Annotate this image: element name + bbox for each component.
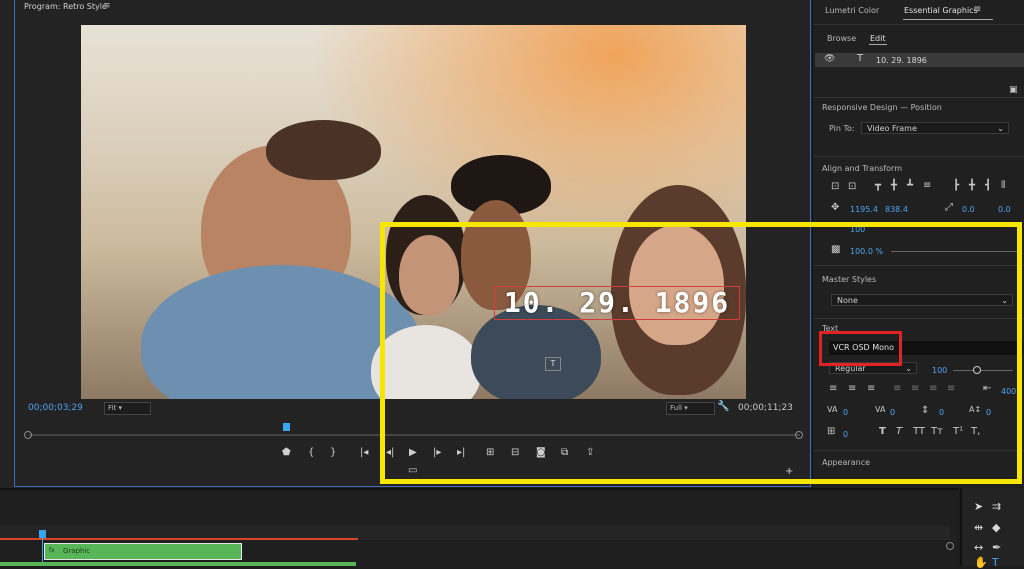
hand-tool-icon[interactable]: ✋	[974, 556, 988, 569]
align-right-icon[interactable]: ┫	[985, 180, 991, 191]
distribute-horizontal-icon[interactable]: ⦀	[1001, 180, 1005, 191]
active-tab-underline	[903, 19, 993, 20]
position-y-value[interactable]: 838.4	[885, 205, 908, 214]
tools-panel: ➤ ⇉ ⇹ ◆ ↔ ✒ ✋ T	[960, 488, 1024, 569]
rotation-icon: ⤢	[945, 202, 953, 213]
program-playhead[interactable]	[283, 423, 290, 431]
timeline-playhead[interactable]	[39, 530, 46, 538]
pin-to-label: Pin To:	[829, 124, 855, 133]
tab-lumetri-color[interactable]: Lumetri Color	[825, 6, 879, 15]
rotation-value[interactable]: 0.0	[962, 205, 975, 214]
mark-out-icon[interactable]: }	[330, 447, 336, 458]
zoom-select[interactable]: Fit ▾	[104, 402, 151, 415]
pen-tool-icon[interactable]: ✒	[992, 541, 1001, 554]
go-to-in-icon[interactable]: |◂	[360, 447, 368, 458]
align-horizontal-icon[interactable]: ⊡	[848, 181, 856, 192]
current-timecode[interactable]: 00;00;03;29	[28, 403, 83, 413]
type-tool-icon[interactable]: T	[992, 556, 999, 569]
responsive-design-title: Responsive Design — Position	[822, 103, 942, 112]
separator	[813, 97, 1024, 98]
position-x-value[interactable]: 1195.4	[850, 205, 878, 214]
align-middle-icon[interactable]: ╋	[891, 180, 897, 191]
highlight-box	[380, 222, 1022, 484]
eye-icon[interactable]: 👁	[824, 54, 835, 64]
subtab-edit[interactable]: Edit	[870, 34, 886, 43]
position-icon: ✥	[831, 202, 840, 213]
program-tab-title[interactable]: Program: Retro Style	[24, 2, 107, 11]
chevron-down-icon: ⌄	[997, 124, 1004, 133]
align-center-icon[interactable]: ╋	[969, 180, 975, 191]
pin-to-select[interactable]: Video Frame ⌄	[861, 122, 1009, 134]
pin-to-value: Video Frame	[867, 124, 917, 133]
hamburger-menu-icon[interactable]: ≡	[973, 4, 981, 15]
person-figure	[266, 120, 381, 180]
mark-in-icon[interactable]: {	[308, 447, 314, 458]
render-bar	[0, 538, 358, 540]
add-marker-icon[interactable]: ⬟	[282, 447, 291, 458]
track-select-icon[interactable]: ⇉	[992, 500, 1001, 513]
selection-tool-icon[interactable]: ➤	[974, 500, 983, 513]
ripple-edit-icon[interactable]: ⇹	[974, 521, 983, 534]
distribute-vertical-icon[interactable]: ≡	[923, 180, 931, 191]
align-left-icon[interactable]: ┣	[953, 180, 959, 191]
separator	[813, 156, 1024, 157]
align-transform-title: Align and Transform	[822, 164, 902, 173]
separator	[813, 24, 1024, 25]
fx-badge-icon: fx	[49, 547, 55, 554]
hamburger-menu-icon[interactable]: ≡	[103, 1, 111, 11]
slip-tool-icon[interactable]: ↔	[974, 541, 983, 554]
scrub-start-handle[interactable]	[24, 431, 32, 439]
razor-tool-icon[interactable]: ◆	[992, 521, 1000, 534]
active-subtab-underline	[869, 44, 887, 45]
text-layer-icon: T	[857, 53, 864, 64]
zoom-select-value: Fit	[108, 404, 117, 412]
timeline-scroll-handle[interactable]	[946, 542, 954, 550]
align-bottom-icon[interactable]: ┻	[907, 180, 913, 191]
tab-essential-graphics[interactable]: Essential Graphics	[904, 6, 978, 15]
track-bar	[0, 562, 356, 566]
align-vertical-icon[interactable]: ⊡	[831, 181, 839, 192]
layer-row[interactable]: 👁 T 10. 29. 1896	[815, 53, 1024, 67]
layer-name: 10. 29. 1896	[876, 56, 927, 65]
align-top-icon[interactable]: ┳	[875, 180, 881, 191]
subtab-browse[interactable]: Browse	[827, 34, 856, 43]
anchor-value[interactable]: 0.0	[998, 205, 1011, 214]
graphic-clip[interactable]: Graphic	[44, 543, 242, 560]
new-layer-icon[interactable]: ▣	[1009, 85, 1018, 95]
